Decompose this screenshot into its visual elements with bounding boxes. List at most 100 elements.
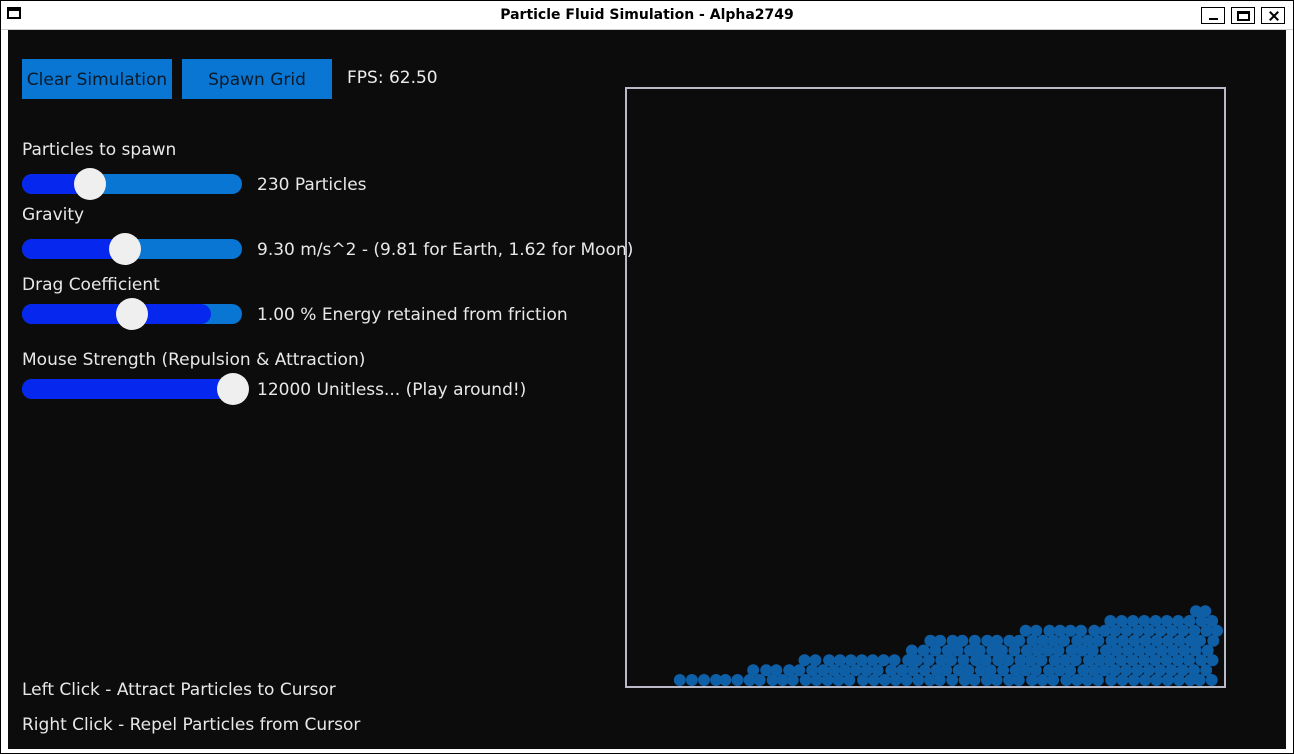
slider-knob[interactable] bbox=[74, 168, 107, 200]
particle bbox=[1035, 654, 1048, 667]
particle bbox=[799, 674, 812, 686]
particle bbox=[912, 674, 925, 686]
particle bbox=[1193, 674, 1206, 686]
particle bbox=[933, 674, 946, 686]
gravity-label: Gravity bbox=[22, 205, 85, 225]
particle bbox=[834, 654, 846, 667]
particle bbox=[900, 674, 913, 686]
particle bbox=[968, 674, 981, 686]
particle bbox=[685, 674, 698, 686]
particle bbox=[1199, 605, 1212, 618]
particle bbox=[855, 654, 868, 667]
particle bbox=[1149, 654, 1162, 667]
clear-simulation-button[interactable]: Clear Simulation bbox=[22, 59, 172, 99]
simulation-client-area: Clear Simulation Spawn Grid FPS: 62.50 P… bbox=[8, 30, 1286, 749]
particle bbox=[1092, 634, 1105, 647]
particle-canvas[interactable] bbox=[627, 89, 1224, 686]
particle bbox=[1104, 654, 1116, 667]
particle bbox=[957, 654, 970, 667]
particle bbox=[843, 674, 856, 686]
particle bbox=[889, 674, 902, 686]
mouse-strength-label: Mouse Strength (Repulsion & Attraction) bbox=[22, 350, 366, 370]
particle bbox=[810, 674, 823, 686]
particle bbox=[991, 634, 1003, 647]
minimize-button[interactable] bbox=[1201, 7, 1225, 24]
particles-slider[interactable] bbox=[22, 168, 242, 200]
mouse-strength-slider[interactable] bbox=[22, 373, 250, 405]
particle bbox=[832, 674, 845, 686]
particle bbox=[809, 654, 822, 667]
particle bbox=[1037, 634, 1049, 647]
particle bbox=[934, 634, 947, 647]
particle bbox=[968, 634, 981, 647]
app-window: Particle Fluid Simulation - Alpha2749 Cl… bbox=[0, 0, 1294, 754]
particle bbox=[866, 654, 879, 667]
drag-label: Drag Coefficient bbox=[22, 275, 160, 295]
gravity-value: 9.30 m/s^2 - (9.81 for Earth, 1.62 for M… bbox=[257, 240, 634, 260]
particle bbox=[698, 674, 710, 686]
fps-readout: FPS: 62.50 bbox=[347, 68, 438, 88]
particle bbox=[673, 674, 686, 686]
particle bbox=[979, 654, 992, 667]
particle bbox=[1160, 615, 1173, 627]
particle bbox=[1149, 615, 1162, 627]
particle bbox=[1091, 674, 1104, 686]
particle bbox=[731, 674, 744, 686]
particle bbox=[911, 654, 924, 667]
particle bbox=[1195, 654, 1208, 667]
particle bbox=[1137, 654, 1150, 667]
particle bbox=[878, 674, 891, 686]
particle bbox=[1172, 615, 1185, 627]
simulation-container[interactable] bbox=[625, 87, 1226, 688]
particle bbox=[747, 664, 760, 677]
drag-slider[interactable] bbox=[22, 298, 242, 330]
particle bbox=[1093, 654, 1106, 667]
particle bbox=[1012, 674, 1025, 686]
particle bbox=[823, 654, 836, 667]
particle bbox=[719, 674, 732, 686]
particle bbox=[1075, 624, 1087, 637]
particle bbox=[786, 674, 799, 686]
title-bar[interactable]: Particle Fluid Simulation - Alpha2749 bbox=[1, 1, 1293, 30]
particle bbox=[1036, 674, 1049, 686]
particle bbox=[1115, 654, 1128, 667]
slider-fill bbox=[22, 379, 234, 399]
particle bbox=[798, 654, 811, 667]
particle bbox=[1171, 654, 1184, 667]
particle bbox=[1115, 615, 1128, 627]
particle bbox=[888, 654, 901, 667]
slider-knob[interactable] bbox=[217, 373, 250, 405]
left-click-hint: Left Click - Attract Particles to Cursor bbox=[22, 680, 336, 700]
particle bbox=[1059, 654, 1072, 667]
particle bbox=[770, 664, 783, 677]
particle bbox=[1058, 634, 1070, 647]
particle bbox=[844, 654, 857, 667]
particle bbox=[1013, 634, 1026, 647]
particle bbox=[1047, 634, 1060, 647]
particle bbox=[1070, 674, 1083, 686]
particle bbox=[1047, 674, 1060, 686]
particle bbox=[1104, 615, 1117, 627]
particle bbox=[956, 634, 969, 647]
particle bbox=[1127, 615, 1139, 627]
particle bbox=[1160, 654, 1173, 667]
gravity-slider[interactable] bbox=[22, 233, 242, 265]
drag-value: 1.00 % Energy retained from friction bbox=[257, 305, 568, 325]
particles-value: 230 Particles bbox=[257, 175, 367, 195]
particle bbox=[821, 674, 834, 686]
particle bbox=[1069, 654, 1082, 667]
particle bbox=[1206, 654, 1219, 667]
particle bbox=[1126, 654, 1139, 667]
particle bbox=[1001, 654, 1014, 667]
particle bbox=[922, 654, 935, 667]
close-button[interactable] bbox=[1261, 7, 1285, 24]
maximize-button[interactable] bbox=[1231, 7, 1255, 24]
particle bbox=[1024, 654, 1037, 667]
particle bbox=[1205, 674, 1218, 686]
slider-knob[interactable] bbox=[109, 233, 142, 265]
mouse-strength-value: 12000 Unitless... (Play around!) bbox=[257, 380, 527, 400]
spawn-grid-button[interactable]: Spawn Grid bbox=[182, 59, 332, 99]
particle bbox=[1183, 654, 1196, 667]
slider-knob[interactable] bbox=[116, 298, 148, 330]
particle bbox=[753, 674, 766, 686]
